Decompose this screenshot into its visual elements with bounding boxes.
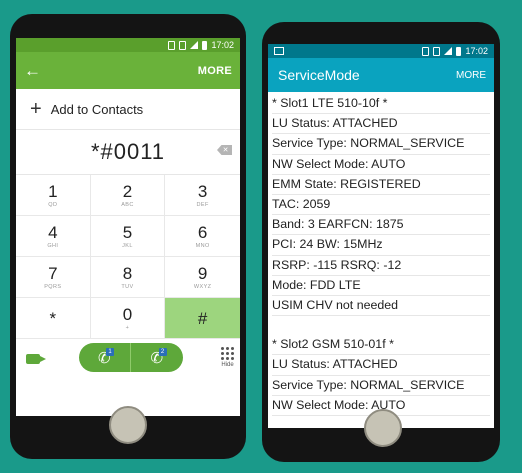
status-bar: 17:02 <box>16 38 240 52</box>
sim-icon <box>422 46 430 56</box>
battery-icon <box>202 40 208 50</box>
key-digit: 1 <box>48 181 58 201</box>
sim2-badge: 2 <box>158 348 167 356</box>
no-signal-icon <box>433 46 441 56</box>
key-digit: # <box>197 308 208 328</box>
key-digit: 6 <box>197 222 208 242</box>
key-letters: TUV <box>121 283 134 290</box>
phone-right: 17:02 ServiceMode MORE * Slot1 LTE 510-1… <box>262 22 500 462</box>
key-9[interactable]: 9 WXYZ <box>165 257 240 298</box>
service-line: NW Select Mode: AUTO <box>272 155 490 175</box>
hide-keypad-button[interactable]: Hide <box>221 347 234 368</box>
dialer-screen: 17:02 ← MORE + Add to Contacts *#0011 ✕ … <box>16 38 240 416</box>
key-8[interactable]: 8 TUV <box>90 257 166 298</box>
key-letters: DEF <box>196 201 209 208</box>
call-sim1-button[interactable]: ✆ 1 <box>79 343 131 372</box>
add-to-contacts-label: Add to Contacts <box>50 101 144 117</box>
key-digit: 7 <box>48 263 58 283</box>
key-5[interactable]: 5 JKL <box>90 216 166 257</box>
dialed-number-field[interactable]: *#0011 ✕ <box>16 130 240 175</box>
service-line: * Slot1 LTE 510-10f * <box>272 94 490 115</box>
key-letters: GHI <box>47 242 59 249</box>
key-digit: 3 <box>197 181 208 201</box>
status-bar: 17:02 <box>268 44 494 58</box>
key-digit: 5 <box>122 222 133 242</box>
service-line: LU Status: ATTACHED <box>272 114 490 135</box>
signal-icon <box>190 41 199 49</box>
battery-icon <box>456 46 462 56</box>
key-letters: JKL <box>122 242 133 249</box>
key-star[interactable]: * <box>16 298 91 339</box>
phone-left: 17:02 ← MORE + Add to Contacts *#0011 ✕ … <box>10 14 246 459</box>
key-3[interactable]: 3 DEF <box>165 175 240 216</box>
service-line <box>272 316 490 335</box>
sim-icon <box>168 40 176 50</box>
key-digit: 2 <box>122 181 133 201</box>
service-line: Mode: FDD LTE <box>272 276 490 296</box>
key-2[interactable]: 2 ABC <box>90 175 166 216</box>
service-line: USIM CHV not needed <box>272 296 490 317</box>
call-sim2-button[interactable]: ✆ 2 <box>130 343 183 372</box>
sim1-badge: 1 <box>106 348 114 356</box>
service-line: LU Status: ATTACHED <box>272 355 490 376</box>
key-letters: + <box>125 324 130 331</box>
key-hash[interactable]: # <box>165 298 240 339</box>
add-to-contacts-button[interactable]: + Add to Contacts <box>16 89 240 130</box>
key-digit: 8 <box>122 263 133 283</box>
more-button[interactable]: MORE <box>456 70 486 81</box>
service-line: PCI: 24 BW: 15MHz <box>272 235 490 256</box>
key-letters: WXYZ <box>193 283 212 290</box>
service-header: ServiceMode MORE <box>268 58 494 92</box>
keypad-grid-icon <box>221 347 234 360</box>
page-title: ServiceMode <box>278 67 360 83</box>
service-line: Service Type: NORMAL_SERVICE <box>272 376 490 396</box>
dialer-header: ← MORE <box>16 52 240 89</box>
service-line: RSRP: -115 RSRQ: -12 <box>272 256 490 276</box>
more-button[interactable]: MORE <box>198 65 232 77</box>
service-line: Band: 3 EARFCN: 1875 <box>272 215 490 236</box>
status-time: 17:02 <box>465 46 488 56</box>
service-line: EMM State: REGISTERED <box>272 175 490 195</box>
key-7[interactable]: 7 PQRS <box>16 257 91 298</box>
video-call-icon[interactable] <box>26 353 46 364</box>
service-line: * Slot2 GSM 510-01f * <box>272 335 490 356</box>
back-arrow-icon[interactable]: ← <box>24 61 41 81</box>
key-letters: PQRS <box>44 283 62 290</box>
key-letters: QD <box>48 201 58 208</box>
service-info-list[interactable]: * Slot1 LTE 510-10f * LU Status: ATTACHED… <box>268 92 494 416</box>
key-6[interactable]: 6 MNO <box>165 216 240 257</box>
call-buttons: ✆ 1 ✆ 2 <box>78 343 183 372</box>
key-letters: MNO <box>195 242 210 249</box>
status-time: 17:02 <box>211 40 234 50</box>
home-button[interactable] <box>109 406 147 444</box>
key-4[interactable]: 4 GHI <box>16 216 91 257</box>
backspace-icon[interactable]: ✕ <box>217 145 232 155</box>
key-digit: * <box>49 308 57 328</box>
key-digit: 9 <box>197 263 208 283</box>
key-digit: 4 <box>48 222 58 242</box>
signal-icon <box>444 47 453 55</box>
home-button[interactable] <box>364 409 402 447</box>
key-1[interactable]: 1 QD <box>16 175 91 216</box>
key-letters: ABC <box>121 201 134 208</box>
keypad: 1 QD 2 ABC 3 DEF 4 GHI 5 JKL 6 MNO 7 PQRS 8 TUV 9 WXYZ * 0 +… <box>16 175 240 339</box>
hide-label: Hide <box>221 362 234 368</box>
no-signal-icon <box>179 40 187 50</box>
dialed-number: *#0011 <box>90 139 166 164</box>
service-line: Service Type: NORMAL_SERVICE <box>272 134 490 155</box>
plus-icon: + <box>30 98 42 120</box>
service-line: TAC: 2059 <box>272 195 490 216</box>
screenshot-icon <box>274 47 284 55</box>
dialer-bottom-bar: ✆ 1 ✆ 2 Hide <box>16 339 240 376</box>
key-0[interactable]: 0 + <box>90 298 166 339</box>
service-mode-screen: 17:02 ServiceMode MORE * Slot1 LTE 510-1… <box>268 44 494 428</box>
key-digit: 0 <box>122 304 133 324</box>
